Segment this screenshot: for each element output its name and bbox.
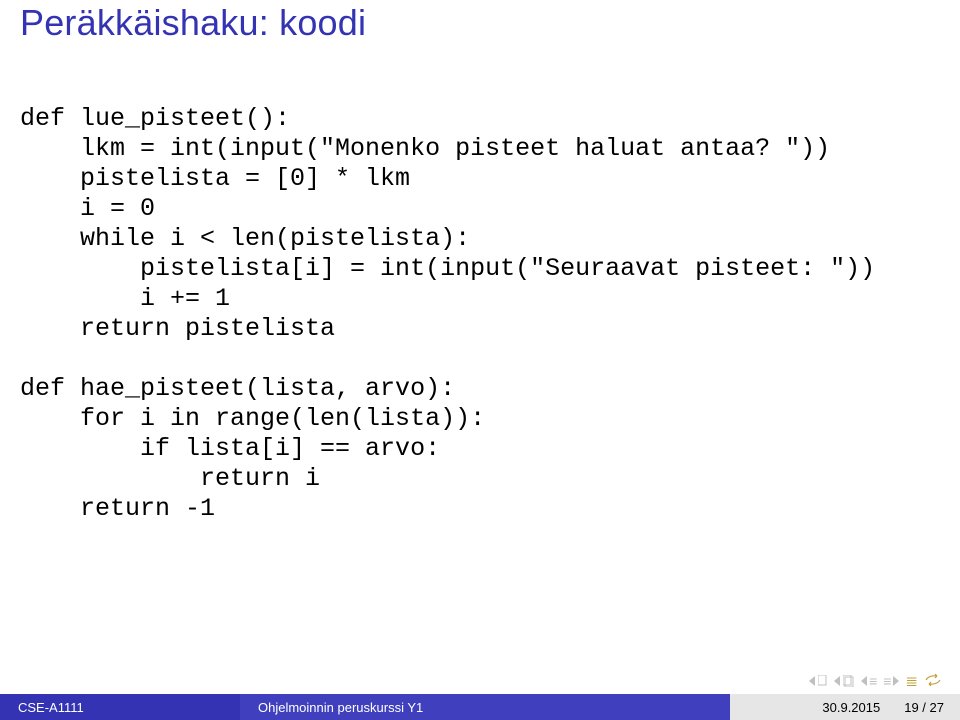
footer: CSE-A1111 Ohjelmoinnin peruskurssi Y1 30… — [0, 694, 960, 720]
nav-circle-icon[interactable] — [924, 673, 942, 690]
nav-prev-icon[interactable] — [834, 675, 855, 687]
nav-back-line-icon[interactable]: ≡ — [861, 673, 877, 689]
slide: Peräkkäishaku: koodi def lue_pisteet(): … — [0, 0, 960, 720]
code-block-1: def lue_pisteet(): lkm = int(input("Mone… — [0, 44, 960, 344]
footer-right: 30.9.2015 19 / 27 — [730, 694, 960, 720]
nav-first-icon[interactable] — [809, 675, 828, 687]
nav-outline-icon[interactable]: ≣ — [905, 672, 918, 690]
nav-fwd-line-icon[interactable]: ≡ — [883, 673, 899, 689]
footer-course-name: Ohjelmoinnin peruskurssi Y1 — [240, 694, 730, 720]
footer-course-code: CSE-A1111 — [0, 694, 240, 720]
footer-page: 19 / 27 — [904, 700, 944, 715]
footer-date: 30.9.2015 — [822, 700, 880, 715]
nav-controls: ≡ ≡ ≣ — [809, 672, 942, 690]
code-block-2: def hae_pisteet(lista, arvo): for i in r… — [0, 344, 960, 524]
slide-title: Peräkkäishaku: koodi — [0, 0, 960, 44]
